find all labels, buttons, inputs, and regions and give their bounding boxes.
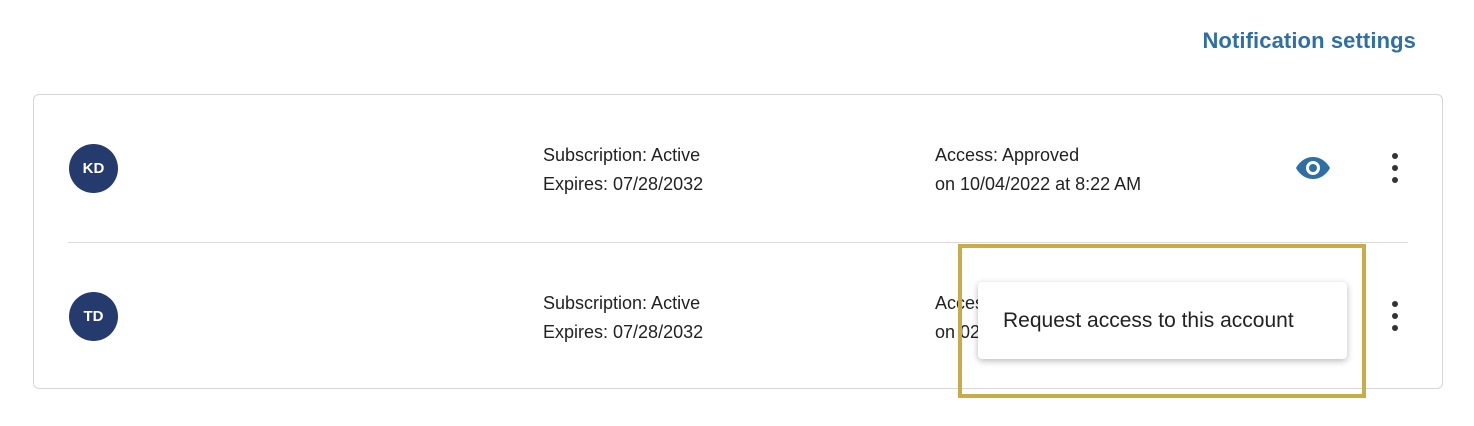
subscription-expiry: Expires: 07/28/2032 bbox=[543, 322, 704, 342]
access-date: on 10/04/2022 at 8:22 AM bbox=[935, 174, 1142, 194]
subscription-status: Subscription: Active bbox=[543, 293, 701, 313]
avatar: KD bbox=[69, 144, 118, 193]
request-access-menu-item[interactable]: Request access to this account bbox=[978, 309, 1294, 333]
context-menu: Request access to this account bbox=[978, 282, 1347, 359]
account-row: KD Subscription: Active Expires: 07/28/2… bbox=[34, 95, 1442, 241]
subscription-info: Subscription: Active Expires: 07/28/2032 bbox=[543, 141, 703, 199]
avatar: TD bbox=[69, 292, 118, 341]
access-info: Access: Approved on 10/04/2022 at 8:22 A… bbox=[935, 141, 1141, 199]
notification-settings-link[interactable]: Notification settings bbox=[1202, 28, 1416, 54]
subscription-expiry: Expires: 07/28/2032 bbox=[543, 174, 704, 194]
subscription-status: Subscription: Active bbox=[543, 145, 701, 165]
more-vertical-icon[interactable] bbox=[1383, 299, 1407, 333]
more-vertical-icon[interactable] bbox=[1383, 151, 1407, 185]
subscription-info: Subscription: Active Expires: 07/28/2032 bbox=[543, 289, 703, 347]
eye-icon[interactable] bbox=[1295, 155, 1331, 181]
access-status: Access: Approved bbox=[935, 145, 1080, 165]
